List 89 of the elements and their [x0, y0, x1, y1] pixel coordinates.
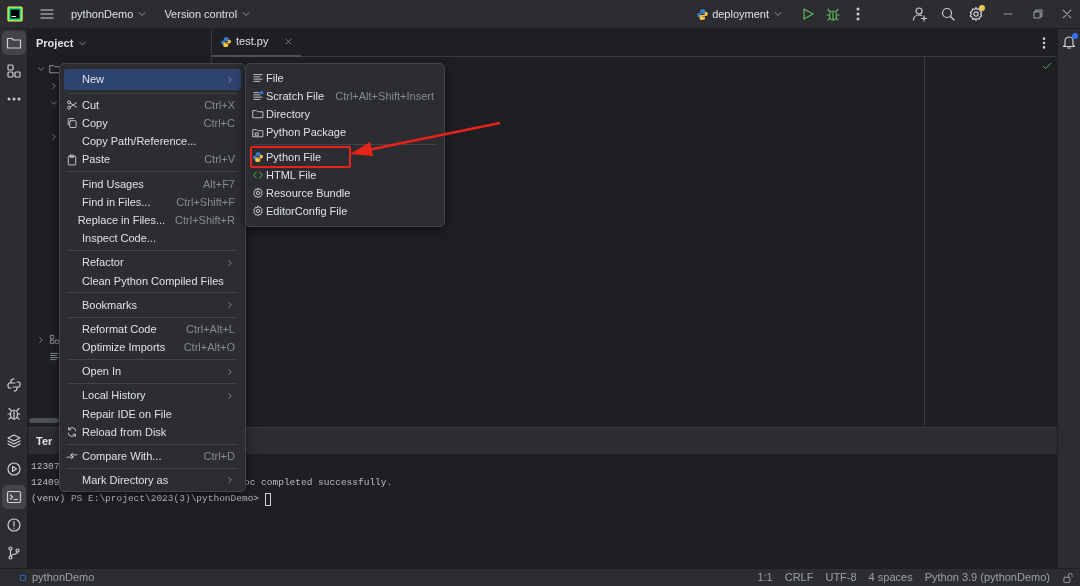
menu-item[interactable]: Scratch File Ctrl+Alt+Shift+Insert — [250, 87, 440, 106]
restore-icon[interactable] — [1031, 7, 1045, 21]
menu-item[interactable]: Clean Python Compiled Files — [64, 271, 241, 290]
menu-item[interactable]: Directory — [250, 105, 440, 124]
python-icon — [252, 150, 264, 163]
menu-item[interactable]: Optimize Imports Ctrl+Alt+O — [64, 338, 241, 357]
settings-icon[interactable] — [968, 6, 984, 22]
compare-icon — [66, 450, 78, 463]
menu-item[interactable]: HTML File — [250, 165, 440, 185]
problems-icon — [5, 517, 22, 533]
menu-item[interactable]: Find in Files... Ctrl+Shift+F — [64, 192, 241, 212]
tool-window-button[interactable] — [1, 485, 26, 509]
python-icon — [220, 35, 232, 48]
package-icon — [252, 126, 264, 139]
menu-item[interactable]: Find Usages Alt+F7 — [64, 174, 241, 193]
services-icon — [5, 461, 22, 477]
python-icon — [696, 7, 710, 21]
search-icon[interactable] — [940, 6, 956, 22]
reload-icon — [66, 426, 78, 439]
menu-item[interactable]: Cut Ctrl+X — [64, 96, 241, 115]
menu-item[interactable]: Open In — [64, 362, 241, 381]
menu-icon[interactable] — [39, 6, 55, 22]
status-item[interactable]: Python 3.9 (pythonDemo) — [924, 569, 1050, 586]
menu-item[interactable]: Inspect Code... — [64, 229, 241, 248]
status-item[interactable]: CRLF — [784, 569, 814, 586]
file-icon — [252, 72, 264, 85]
folder-icon — [49, 62, 61, 75]
menu-item[interactable]: Python Package — [250, 123, 440, 142]
scissors-icon — [66, 99, 78, 112]
project-view-dropdown[interactable]: Project — [36, 34, 89, 52]
terminal-prompt: (venv) PS E:\project\2023(3)\pythonDemo> — [31, 492, 260, 506]
library-icon — [49, 334, 60, 345]
python-console-icon — [5, 377, 22, 393]
app-logo — [7, 6, 23, 22]
add-user-icon[interactable] — [912, 6, 928, 22]
gear-icon — [252, 187, 264, 200]
folder-icon — [5, 35, 22, 51]
lock-icon[interactable] — [1062, 571, 1074, 584]
menu-item[interactable]: Copy Path/Reference... — [64, 132, 241, 151]
menu-item[interactable]: New — [64, 69, 241, 90]
menu-item[interactable]: Paste Ctrl+V — [64, 150, 241, 169]
project-icon — [18, 572, 28, 583]
menu-item[interactable]: Refactor — [64, 253, 241, 272]
layers-icon — [5, 433, 22, 449]
status-item[interactable]: 1:1 — [757, 569, 773, 586]
close-icon[interactable] — [284, 37, 294, 46]
clipboard-icon — [66, 153, 78, 166]
menu-item[interactable]: File — [250, 69, 440, 88]
status-item[interactable]: 4 spaces — [868, 569, 913, 586]
editor-tab[interactable]: test.py — [212, 28, 302, 57]
menu-item[interactable]: Resource Bundle — [250, 184, 440, 203]
debug-icon[interactable] — [825, 6, 841, 22]
scratch-file-icon — [252, 90, 264, 103]
scrollbar-thumb[interactable] — [29, 418, 59, 423]
chevron-right-icon[interactable] — [49, 80, 59, 91]
terminal-icon — [5, 489, 22, 505]
folder-icon — [252, 108, 264, 121]
gear-icon — [252, 205, 264, 218]
run-config-dropdown[interactable]: deployment — [696, 5, 784, 23]
project-switcher[interactable]: pythonDemo — [71, 5, 149, 23]
structure-icon — [5, 63, 22, 79]
tool-window-button[interactable] — [1, 31, 26, 55]
git-branch-icon — [5, 545, 22, 561]
list-icon — [49, 351, 60, 362]
menu-item[interactable]: Repair IDE on File — [64, 404, 241, 423]
menu-item[interactable]: Replace in Files... Ctrl+Shift+R — [64, 211, 241, 230]
panel-title: Ter — [36, 433, 53, 449]
close-icon[interactable] — [1060, 7, 1074, 21]
menu-item[interactable]: EditorConfig File — [250, 202, 440, 221]
terminal-output: 12409 — [31, 477, 60, 488]
run-icon[interactable] — [800, 6, 816, 22]
project-name[interactable]: pythonDemo — [32, 569, 95, 586]
debug-icon — [5, 405, 22, 421]
menu-item[interactable]: Python File — [250, 147, 440, 166]
status-item[interactable]: UTF-8 — [825, 569, 857, 586]
chevron-right-icon[interactable] — [49, 131, 59, 142]
chevron-right-icon[interactable] — [36, 334, 46, 345]
menu-item[interactable]: Mark Directory as — [64, 471, 241, 490]
menu-item[interactable]: Reformat Code Ctrl+Alt+L — [64, 320, 241, 339]
code-brackets-icon — [252, 169, 264, 182]
terminal-output: 12307 — [31, 460, 60, 474]
copy-icon — [66, 117, 78, 130]
menu-item[interactable]: Compare With... Ctrl+D — [64, 447, 241, 466]
menu-item[interactable]: Local History — [64, 386, 241, 405]
notifications-icon[interactable] — [1061, 34, 1077, 50]
menu-item[interactable]: Reload from Disk — [64, 423, 241, 442]
vcs-dropdown[interactable]: Version control — [164, 5, 253, 23]
menu-item[interactable]: Bookmarks — [64, 295, 241, 315]
menu-item[interactable]: Copy Ctrl+C — [64, 114, 241, 133]
